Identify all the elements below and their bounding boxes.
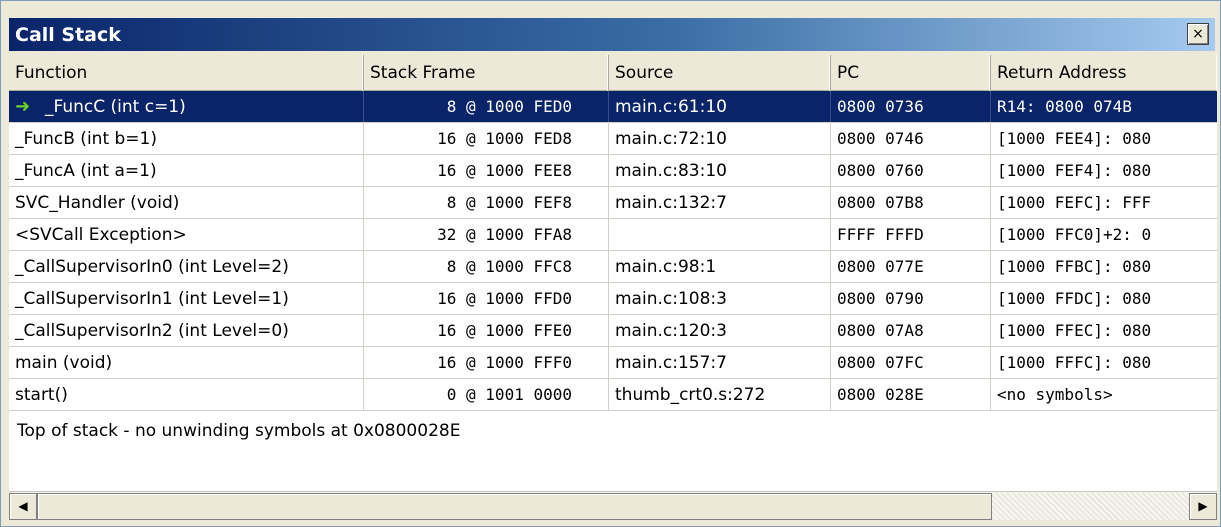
cell-function: _CallSupervisorIn2 (int Level=0)	[9, 315, 364, 346]
scroll-left-icon: ◀	[18, 499, 28, 513]
cell-source: main.c:83:10	[609, 155, 831, 186]
cell-return-address: [1000 FFFC]: 080	[997, 353, 1152, 372]
function-name: _FuncB (int b=1)	[15, 128, 157, 149]
close-icon: ×	[1192, 26, 1204, 42]
cell-function: _CallSupervisorIn0 (int Level=2)	[9, 251, 364, 282]
cell-stack-frame: 16 @ 1000 FED8	[364, 123, 609, 154]
cell-function: _FuncA (int a=1)	[9, 155, 364, 186]
cell-return-address: [1000 FFC0]+2: 0	[997, 225, 1152, 244]
window-title: Call Stack	[15, 23, 121, 46]
function-name: <SVCall Exception>	[15, 224, 187, 245]
table-row[interactable]: SVC_Handler (void) 8 @ 1000 FEF8 main.c:13…	[9, 187, 1217, 219]
cell-pc: FFFF FFFD	[831, 219, 991, 250]
column-header-function[interactable]: Function	[9, 55, 364, 91]
scrollbar-track[interactable]	[37, 492, 1189, 520]
column-header-pc[interactable]: PC	[831, 55, 991, 91]
call-stack-table: Function Stack Frame Source PC Return Ad…	[9, 55, 1217, 491]
cell-pc: 0800 0790	[831, 283, 991, 314]
scrollbar-thumb[interactable]	[37, 492, 992, 520]
cell-pc: 0800 0746	[831, 123, 991, 154]
table-row[interactable]: main (void) 16 @ 1000 FFF0 main.c:157:7 080…	[9, 347, 1217, 379]
table-row[interactable]: <SVCall Exception> 32 @ 1000 FFA8 FFFF FFF…	[9, 219, 1217, 251]
cell-function: start()	[9, 379, 364, 410]
cell-source: main.c:157:7	[609, 347, 831, 378]
cell-stack-frame: 8 @ 1000 FFC8	[364, 251, 609, 282]
function-name: _CallSupervisorIn1 (int Level=1)	[15, 288, 289, 309]
table-row[interactable]: ➜ _FuncC (int c=1) 8 @ 1000 FED0 main.c:61:…	[9, 91, 1217, 123]
function-name: main (void)	[15, 352, 113, 373]
cell-pc: 0800 07FC	[831, 347, 991, 378]
function-name: _CallSupervisorIn0 (int Level=2)	[15, 256, 289, 277]
title-bar: Call Stack ×	[9, 18, 1215, 51]
cell-return-address: [1000 FEE4]: 080	[997, 129, 1152, 148]
function-name: _CallSupervisorIn2 (int Level=0)	[15, 320, 289, 341]
function-name: _FuncA (int a=1)	[15, 160, 157, 181]
cell-pc: 0800 077E	[831, 251, 991, 282]
cell-stack-frame: 8 @ 1000 FEF8	[364, 187, 609, 218]
cell-stack-frame: 32 @ 1000 FFA8	[364, 219, 609, 250]
cell-return-address: [1000 FEFC]: FFF	[997, 193, 1152, 212]
cell-return-address: [1000 FFEC]: 080	[997, 321, 1152, 340]
table-header: Function Stack Frame Source PC Return Ad…	[9, 55, 1217, 91]
table-row[interactable]: _CallSupervisorIn0 (int Level=2) 8 @ 1000…	[9, 251, 1217, 283]
table-row[interactable]: _FuncA (int a=1) 16 @ 1000 FEE8 main.c:83:…	[9, 155, 1217, 187]
cell-source: main.c:120:3	[609, 315, 831, 346]
cell-stack-frame: 16 @ 1000 FFF0	[364, 347, 609, 378]
table-row[interactable]: _FuncB (int b=1) 16 @ 1000 FED8 main.c:72:…	[9, 123, 1217, 155]
cell-function: <SVCall Exception>	[9, 219, 364, 250]
cell-return-address: [1000 FFBC]: 080	[997, 257, 1152, 276]
function-name: start()	[15, 384, 68, 405]
cell-function: _FuncB (int b=1)	[9, 123, 364, 154]
cell-source	[609, 219, 831, 250]
cell-function: ➜ _FuncC (int c=1)	[9, 91, 364, 122]
cell-source: main.c:61:10	[609, 91, 831, 122]
column-header-stack-frame[interactable]: Stack Frame	[364, 55, 609, 91]
cell-return-address: <no symbols>	[997, 385, 1113, 404]
column-header-return-address[interactable]: Return Address	[991, 55, 1217, 91]
scroll-right-icon: ▶	[1198, 499, 1208, 513]
cell-stack-frame: 16 @ 1000 FFE0	[364, 315, 609, 346]
status-message: Top of stack - no unwinding symbols at 0…	[17, 421, 461, 441]
cell-return-address: [1000 FFDC]: 080	[997, 289, 1152, 308]
cell-source: main.c:132:7	[609, 187, 831, 218]
cell-source: main.c:98:1	[609, 251, 831, 282]
horizontal-scrollbar[interactable]: ◀ ▶	[9, 491, 1217, 520]
scroll-left-button[interactable]: ◀	[9, 492, 37, 520]
function-name: SVC_Handler (void)	[15, 192, 180, 213]
cell-pc: 0800 07A8	[831, 315, 991, 346]
close-button[interactable]: ×	[1187, 23, 1209, 45]
cell-stack-frame: 16 @ 1000 FFD0	[364, 283, 609, 314]
table-row[interactable]: _CallSupervisorIn2 (int Level=0) 16 @ 100…	[9, 315, 1217, 347]
cell-stack-frame: 16 @ 1000 FEE8	[364, 155, 609, 186]
cell-stack-frame: 0 @ 1001 0000	[364, 379, 609, 410]
table-row[interactable]: _CallSupervisorIn1 (int Level=1) 16 @ 100…	[9, 283, 1217, 315]
cell-source: thumb_crt0.s:272	[609, 379, 831, 410]
cell-pc: 0800 028E	[831, 379, 991, 410]
scroll-right-button[interactable]: ▶	[1189, 492, 1217, 520]
cell-pc: 0800 0760	[831, 155, 991, 186]
call-stack-window: Call Stack × Function Stack Frame Source…	[0, 0, 1221, 527]
cell-function: _CallSupervisorIn1 (int Level=1)	[9, 283, 364, 314]
function-name: _FuncC (int c=1)	[45, 96, 186, 117]
table-row[interactable]: start() 0 @ 1001 0000 thumb_crt0.s:272 0800…	[9, 379, 1217, 411]
cell-pc: 0800 0736	[831, 91, 991, 122]
cell-stack-frame: 8 @ 1000 FED0	[364, 91, 609, 122]
cell-function: main (void)	[9, 347, 364, 378]
column-header-source[interactable]: Source	[609, 55, 831, 91]
cell-function: SVC_Handler (void)	[9, 187, 364, 218]
cell-source: main.c:72:10	[609, 123, 831, 154]
cell-source: main.c:108:3	[609, 283, 831, 314]
table-body: ➜ _FuncC (int c=1) 8 @ 1000 FED0 main.c:61:…	[9, 91, 1217, 411]
cell-pc: 0800 07B8	[831, 187, 991, 218]
current-frame-arrow-icon: ➜	[15, 96, 31, 117]
cell-return-address: R14: 0800 074B	[997, 97, 1132, 116]
cell-return-address: [1000 FEF4]: 080	[997, 161, 1152, 180]
